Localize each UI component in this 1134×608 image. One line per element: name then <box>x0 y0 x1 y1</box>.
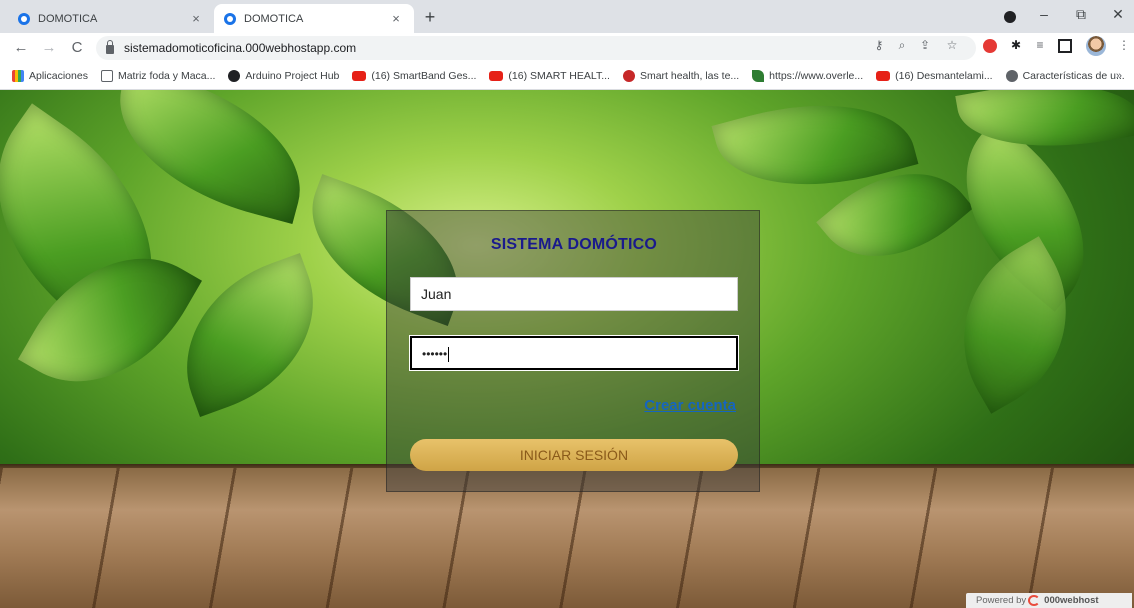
arduino-icon <box>228 70 241 82</box>
favicon-icon <box>224 12 236 25</box>
youtube-icon <box>489 71 504 81</box>
brand-label: 000webhost <box>1044 595 1099 606</box>
bookmark-item[interactable]: https://www.overle... <box>752 70 863 82</box>
bookmark-label: Arduino Project Hub <box>245 70 340 82</box>
bookmarks-bar: Aplicaciones Matriz foda y Maca... Ardui… <box>0 63 1134 90</box>
forward-button[interactable]: → <box>40 39 58 57</box>
globe-icon <box>1005 70 1018 82</box>
bookmark-label: (16) SMART HEALT... <box>508 70 610 82</box>
page-title: SISTEMA DOMÓTICO <box>490 236 658 253</box>
browser-chrome: DOMOTICA × DOMOTICA × + – ⧉ ✕ ← → C sist… <box>0 0 1134 90</box>
bookmarks-overflow-button[interactable]: » <box>1116 70 1122 82</box>
bookmark-label: Smart health, las te... <box>639 70 740 82</box>
bookmark-label: https://www.overle... <box>769 70 864 82</box>
tab-title: DOMOTICA <box>38 12 98 25</box>
site-icon <box>622 70 635 82</box>
extensions-puzzle-icon[interactable]: ✱ <box>1008 38 1024 52</box>
youtube-icon <box>876 71 891 81</box>
new-tab-button[interactable]: + <box>420 8 440 28</box>
bookmark-label: (16) Desmantelami... <box>895 70 993 82</box>
password-mask: •••••• <box>422 347 448 361</box>
tab-domotica-2[interactable]: DOMOTICA × <box>214 4 414 33</box>
bookmark-item[interactable]: Características de u... <box>1005 70 1125 82</box>
minimize-button[interactable]: – <box>1034 6 1054 22</box>
bookmark-item[interactable]: Matriz foda y Maca... <box>100 70 216 82</box>
bookmark-item[interactable]: Arduino Project Hub <box>228 70 339 82</box>
bookmark-star-icon[interactable]: ☆ <box>944 38 960 52</box>
powered-by-badge[interactable]: Powered by 000webhost <box>966 593 1132 608</box>
bookmark-item[interactable]: Smart health, las te... <box>622 70 740 82</box>
close-tab-icon[interactable]: × <box>188 11 204 26</box>
close-window-button[interactable]: ✕ <box>1108 6 1128 23</box>
apps-grid-icon <box>12 70 24 82</box>
tab-domotica-1[interactable]: DOMOTICA × <box>8 4 214 33</box>
e-icon <box>100 70 113 82</box>
key-icon[interactable]: ⚷ <box>871 38 887 52</box>
zoom-icon[interactable]: ⌕ <box>894 38 910 53</box>
bookmark-item[interactable]: Aplicaciones <box>12 70 88 82</box>
lock-icon <box>106 39 114 54</box>
maximize-button[interactable]: ⧉ <box>1071 6 1091 23</box>
avatar[interactable] <box>1086 36 1106 56</box>
password-input[interactable]: •••••• <box>410 336 738 370</box>
create-account-link[interactable]: Crear cuenta <box>644 397 736 414</box>
tab-strip: DOMOTICA × DOMOTICA × + – ⧉ ✕ <box>0 0 1134 33</box>
bookmark-item[interactable]: (16) SMART HEALT... <box>489 70 610 82</box>
tab-title: DOMOTICA <box>244 12 304 25</box>
bookmark-label: Características de u... <box>1022 70 1125 82</box>
profile-indicator-icon[interactable] <box>1004 11 1016 23</box>
username-input[interactable]: Juan <box>410 277 738 311</box>
webhost-logo-icon <box>1028 595 1040 606</box>
login-panel: SISTEMA DOMÓTICO Juan •••••• Crear cuent… <box>386 210 760 492</box>
address-bar[interactable]: sistemadomoticoficina.000webhostapp.com <box>96 36 976 60</box>
bookmark-item[interactable]: (16) Desmantelami... <box>876 70 993 82</box>
reload-button[interactable]: C <box>68 39 86 57</box>
share-icon[interactable]: ⇪ <box>917 38 933 52</box>
powered-by-label: Powered by <box>976 595 1027 606</box>
browser-toolbar: ← → C sistemadomoticoficina.000webhostap… <box>0 33 1134 63</box>
overleaf-icon <box>752 70 765 82</box>
bookmark-item[interactable]: (16) SmartBand Ges... <box>352 70 476 82</box>
bookmark-label: (16) SmartBand Ges... <box>371 70 477 82</box>
extension-icon[interactable] <box>983 39 997 53</box>
url-text: sistemadomoticoficina.000webhostapp.com <box>124 41 357 55</box>
side-panel-icon[interactable] <box>1058 39 1072 53</box>
menu-icon[interactable]: ⋮ <box>1116 38 1132 52</box>
bookmark-label: Aplicaciones <box>29 70 88 82</box>
close-tab-icon[interactable]: × <box>388 11 404 26</box>
back-button[interactable]: ← <box>12 39 30 57</box>
login-button[interactable]: INICIAR SESIÓN <box>410 439 738 471</box>
youtube-icon <box>352 71 367 81</box>
reading-list-icon[interactable]: ≡ <box>1032 38 1048 52</box>
bookmark-label: Matriz foda y Maca... <box>117 70 216 82</box>
favicon-icon <box>18 12 30 25</box>
page-viewport: SISTEMA DOMÓTICO Juan •••••• Crear cuent… <box>0 90 1134 608</box>
text-caret <box>448 347 450 363</box>
